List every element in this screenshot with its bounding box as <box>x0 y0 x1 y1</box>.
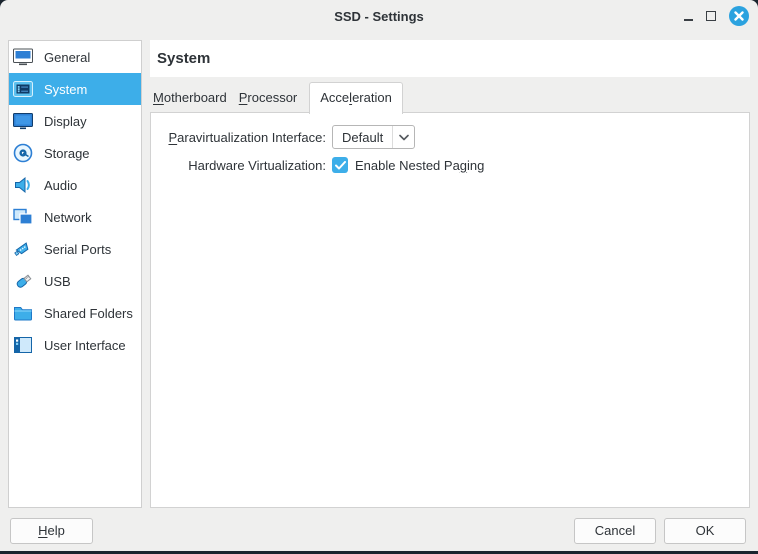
sidebar-item-label: System <box>44 82 87 97</box>
display-icon <box>12 110 34 132</box>
close-icon <box>734 11 744 21</box>
sidebar-item-label: Serial Ports <box>44 242 111 257</box>
sidebar-item-usb[interactable]: USB <box>9 265 141 297</box>
usb-icon <box>12 270 34 292</box>
system-tabs: Motherboard Processor Acceleration <box>150 77 750 113</box>
sidebar-item-label: USB <box>44 274 71 289</box>
sidebar-item-audio[interactable]: Audio <box>9 169 141 201</box>
checkmark-icon <box>335 161 346 170</box>
sidebar-item-label: Storage <box>44 146 90 161</box>
acceleration-panel: Paravirtualization Interface: Default Ha… <box>150 112 750 508</box>
sidebar-item-system[interactable]: System <box>9 73 141 105</box>
paravirtualization-select-value: Default <box>333 130 392 145</box>
page-title: System <box>157 50 210 67</box>
hardware-virtualization-label: Hardware Virtualization: <box>151 158 326 173</box>
sidebar-item-general[interactable]: General <box>9 41 141 73</box>
shared-folders-icon <box>12 302 34 324</box>
sidebar-item-label: Audio <box>44 178 77 193</box>
minimize-icon <box>684 19 693 21</box>
paravirtualization-select[interactable]: Default <box>332 125 415 149</box>
nested-paging-checkbox[interactable] <box>332 157 348 173</box>
sidebar-item-label: Shared Folders <box>44 306 133 321</box>
sidebar-item-display[interactable]: Display <box>9 105 141 137</box>
close-button[interactable] <box>729 6 749 26</box>
tab-processor[interactable]: Processor <box>239 83 298 113</box>
nested-paging-label[interactable]: Enable Nested Paging <box>355 158 484 173</box>
sidebar-item-serial-ports[interactable]: Serial Ports <box>9 233 141 265</box>
audio-icon <box>12 174 34 196</box>
cancel-button[interactable]: Cancel <box>574 518 656 544</box>
sidebar-item-label: Network <box>44 210 92 225</box>
page-header: System <box>150 40 750 77</box>
sidebar-item-label: General <box>44 50 90 65</box>
minimize-button[interactable] <box>684 11 693 21</box>
sidebar-item-user-interface[interactable]: User Interface <box>9 329 141 361</box>
settings-sidebar: General System <box>8 40 142 508</box>
tab-motherboard[interactable]: Motherboard <box>153 83 227 113</box>
user-interface-icon <box>12 334 34 356</box>
maximize-button[interactable] <box>706 11 716 21</box>
ok-button[interactable]: OK <box>664 518 746 544</box>
maximize-icon <box>706 11 716 21</box>
window-controls <box>684 0 749 32</box>
system-icon <box>12 78 34 100</box>
network-icon <box>12 206 34 228</box>
window-title: SSD - Settings <box>334 9 424 24</box>
paravirtualization-label: Paravirtualization Interface: <box>151 130 326 145</box>
serial-ports-icon <box>12 238 34 260</box>
storage-icon <box>12 142 34 164</box>
titlebar[interactable]: SSD - Settings <box>0 0 758 32</box>
sidebar-item-storage[interactable]: Storage <box>9 137 141 169</box>
sidebar-item-network[interactable]: Network <box>9 201 141 233</box>
dialog-footer: Help Cancel OK <box>0 517 758 544</box>
paravirtualization-row: Paravirtualization Interface: Default <box>151 125 749 149</box>
help-button[interactable]: Help <box>10 518 93 544</box>
sidebar-item-shared-folders[interactable]: Shared Folders <box>9 297 141 329</box>
tab-acceleration[interactable]: Acceleration <box>309 82 403 114</box>
general-icon <box>12 46 34 68</box>
hardware-virtualization-row: Hardware Virtualization: Enable Nested P… <box>151 157 749 173</box>
sidebar-item-label: Display <box>44 114 87 129</box>
sidebar-item-label: User Interface <box>44 338 126 353</box>
chevron-down-icon <box>393 134 414 141</box>
settings-window: SSD - Settings <box>0 0 758 551</box>
